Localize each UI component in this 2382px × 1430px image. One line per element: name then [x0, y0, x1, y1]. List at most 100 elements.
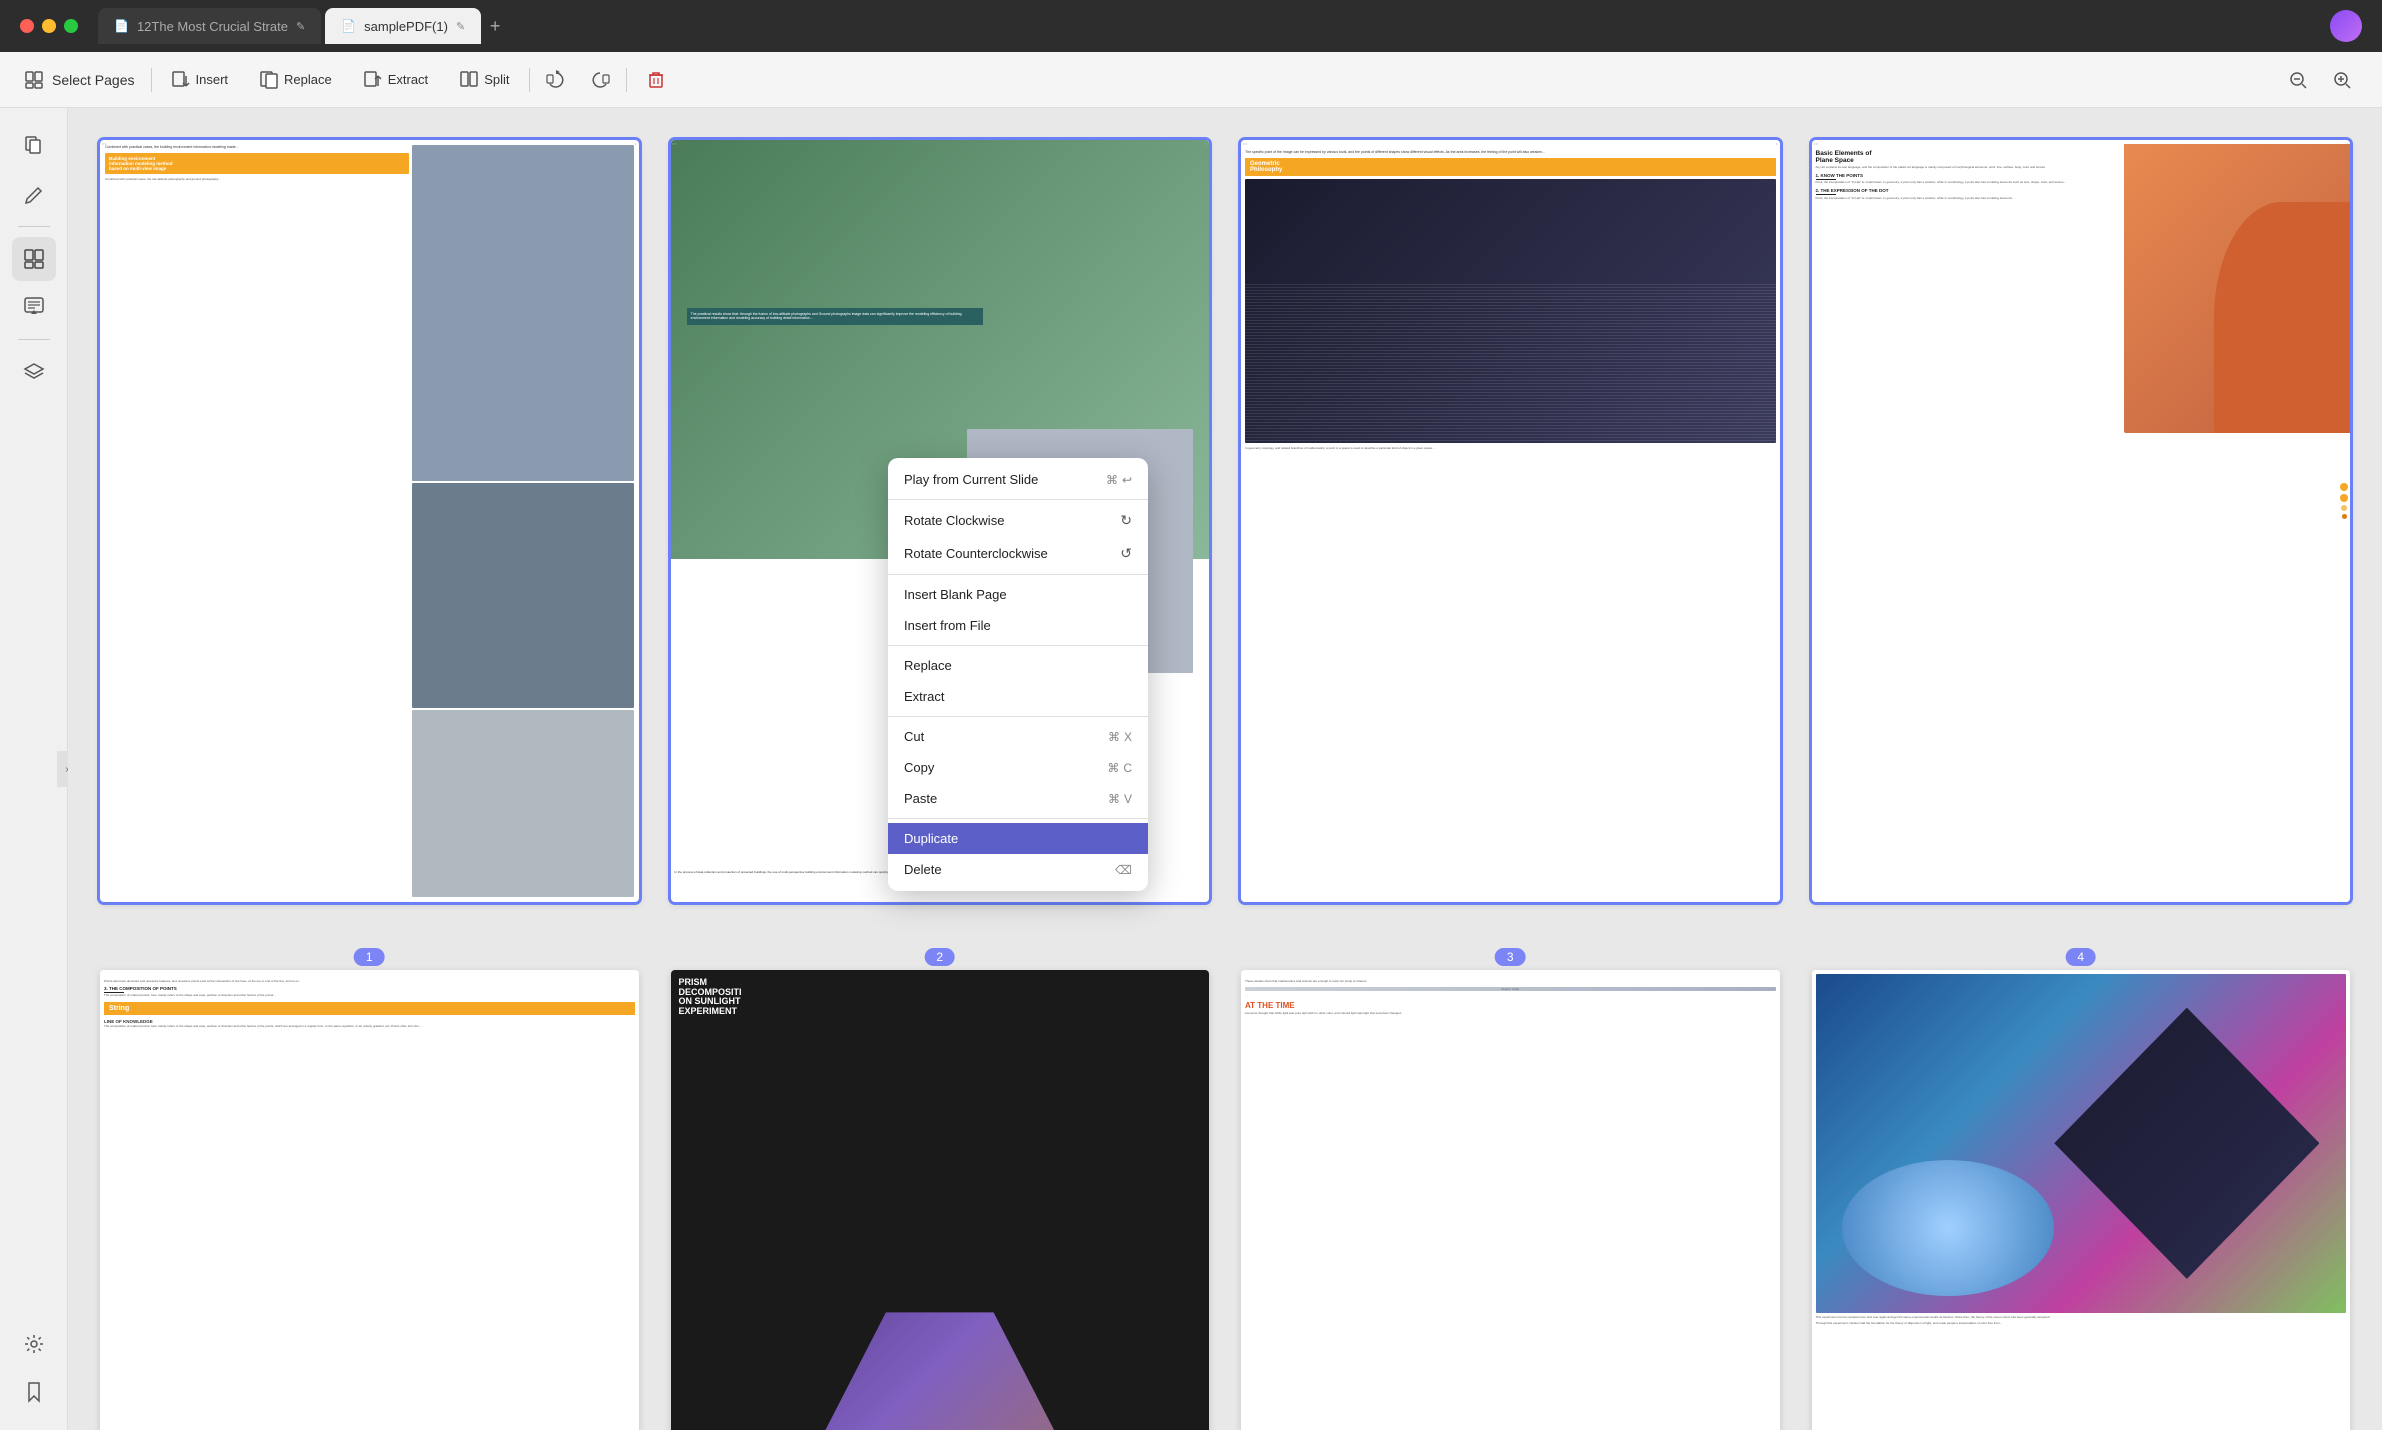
- menu-item-rotate-cw[interactable]: Rotate Clockwise ↻: [888, 504, 1148, 537]
- menu-label-extract: Extract: [904, 689, 944, 704]
- traffic-lights: [0, 19, 78, 33]
- menu-shortcut-cut: ⌘X: [1108, 730, 1132, 744]
- tab-inactive-edit-icon: ✎: [296, 20, 305, 33]
- tab-add-button[interactable]: +: [481, 12, 509, 40]
- close-button[interactable]: [20, 19, 34, 33]
- menu-item-rotate-ccw[interactable]: Rotate Counterclockwise ↺: [888, 537, 1148, 570]
- rotate-cw-button[interactable]: [538, 64, 574, 96]
- menu-label-rotate-ccw: Rotate Counterclockwise: [904, 546, 1048, 561]
- menu-item-delete[interactable]: Delete ⌫: [888, 854, 1148, 885]
- rotate-clockwise-icon: [546, 70, 566, 90]
- delete-icon: [647, 71, 665, 89]
- menu-item-replace[interactable]: Replace: [888, 650, 1148, 681]
- zoom-in-button[interactable]: [2326, 64, 2358, 96]
- insert-label: Insert: [196, 72, 229, 87]
- page-thumb-3[interactable]: ≡ ▾ 3 The specific point of the image ca…: [1241, 140, 1780, 902]
- tab-area: 📄 12The Most Crucial Strate ✎ 📄 samplePD…: [98, 0, 509, 52]
- page-number-1: 1: [354, 948, 385, 966]
- page-grid: Combined with practical cases, the build…: [68, 108, 2382, 1430]
- menu-label-replace: Replace: [904, 658, 952, 673]
- menu-item-paste[interactable]: Paste ⌘V: [888, 783, 1148, 814]
- tab-active[interactable]: 📄 samplePDF(1) ✎: [325, 8, 481, 44]
- menu-item-play[interactable]: Play from Current Slide ⌘↩: [888, 464, 1148, 495]
- rotate-counterclockwise-icon: [590, 70, 610, 90]
- menu-shortcut-copy: ⌘C: [1107, 761, 1132, 775]
- page-wrapper-1: Combined with practical cases, the build…: [100, 140, 639, 938]
- page-thumb-8[interactable]: This experiment can be repeated over and…: [1812, 970, 2351, 1430]
- sidebar-icon-layers[interactable]: [12, 350, 56, 394]
- menu-label-delete: Delete: [904, 862, 942, 877]
- page-wrapper-6: PRISMDECOMPOSITION SUNLIGHTEXPERIMENT Th…: [671, 970, 1210, 1430]
- main-area: › Combined with practical cases, the bui…: [0, 108, 2382, 1430]
- sidebar-icon-pages[interactable]: [12, 124, 56, 168]
- rotate-ccw-button[interactable]: [582, 64, 618, 96]
- select-pages-icon: [24, 70, 44, 90]
- insert-button[interactable]: Insert: [160, 65, 241, 95]
- split-button[interactable]: Split: [448, 65, 521, 95]
- toolbar-right: [2282, 64, 2358, 96]
- sidebar-icon-bookmark[interactable]: [12, 1370, 56, 1414]
- tab-active-label: samplePDF(1): [364, 19, 448, 34]
- toolbar-divider-3: [626, 68, 627, 92]
- menu-item-duplicate[interactable]: Duplicate: [888, 823, 1148, 854]
- tab-inactive[interactable]: 📄 12The Most Crucial Strate ✎: [98, 8, 321, 44]
- extract-button[interactable]: Extract: [352, 65, 440, 95]
- menu-item-extract[interactable]: Extract: [888, 681, 1148, 712]
- sidebar-icon-annotations[interactable]: [12, 285, 56, 329]
- page-thumb-1[interactable]: Combined with practical cases, the build…: [100, 140, 639, 902]
- menu-label-insert-file: Insert from File: [904, 618, 991, 633]
- sidebar-divider-1: [18, 226, 50, 227]
- menu-label-paste: Paste: [904, 791, 937, 806]
- page-thumb-6[interactable]: PRISMDECOMPOSITION SUNLIGHTEXPERIMENT Th…: [671, 970, 1210, 1430]
- avatar: [2330, 10, 2362, 42]
- select-pages-label: Select Pages: [52, 72, 135, 88]
- menu-shortcut-delete: ⌫: [1115, 863, 1132, 877]
- split-icon: [460, 71, 478, 89]
- page-number-3: 3: [1495, 948, 1526, 966]
- tab-inactive-label: 12The Most Crucial Strate: [137, 19, 288, 34]
- toolbar-left: Select Pages Insert Replace: [24, 64, 677, 96]
- toolbar-divider-1: [151, 68, 152, 92]
- menu-item-copy[interactable]: Copy ⌘C: [888, 752, 1148, 783]
- menu-shortcut-play: ⌘↩: [1106, 473, 1132, 487]
- toolbar: Select Pages Insert Replace: [0, 52, 2382, 108]
- extract-label: Extract: [388, 72, 428, 87]
- tab-active-edit-icon: ✎: [456, 20, 465, 33]
- replace-label: Replace: [284, 72, 332, 87]
- sidebar-icon-edit[interactable]: [12, 172, 56, 216]
- replace-button[interactable]: Replace: [248, 65, 344, 95]
- menu-separator-1: [888, 499, 1148, 500]
- menu-item-insert-blank[interactable]: Insert Blank Page: [888, 579, 1148, 610]
- page-number-4: 4: [2065, 948, 2096, 966]
- sidebar-icon-settings[interactable]: [12, 1322, 56, 1366]
- insert-icon: [172, 71, 190, 89]
- menu-separator-3: [888, 645, 1148, 646]
- left-sidebar: ›: [0, 108, 68, 1430]
- page-wrapper-7: These studies show that mathematics and …: [1241, 970, 1780, 1430]
- page-thumb-7[interactable]: These studies show that mathematics and …: [1241, 970, 1780, 1430]
- sidebar-icon-thumbnails[interactable]: [12, 237, 56, 281]
- menu-label-duplicate: Duplicate: [904, 831, 958, 846]
- menu-item-cut[interactable]: Cut ⌘X: [888, 721, 1148, 752]
- menu-item-insert-file[interactable]: Insert from File: [888, 610, 1148, 641]
- menu-label-copy: Copy: [904, 760, 934, 775]
- replace-icon: [260, 71, 278, 89]
- zoom-out-icon: [2288, 70, 2308, 90]
- rotate-ccw-menu-icon: ↺: [1120, 545, 1132, 562]
- menu-label-rotate-cw: Rotate Clockwise: [904, 513, 1004, 528]
- page-number-2: 2: [924, 948, 955, 966]
- split-label: Split: [484, 72, 509, 87]
- page-thumb-5[interactable]: Points also have dominant and recessive …: [100, 970, 639, 1430]
- fullscreen-button[interactable]: [64, 19, 78, 33]
- menu-label-cut: Cut: [904, 729, 924, 744]
- zoom-out-button[interactable]: [2282, 64, 2314, 96]
- sidebar-bottom: [12, 1322, 56, 1414]
- menu-shortcut-paste: ⌘V: [1108, 792, 1132, 806]
- page-wrapper-8: This experiment can be repeated over and…: [1812, 970, 2351, 1430]
- menu-separator-5: [888, 818, 1148, 819]
- menu-label-insert-blank: Insert Blank Page: [904, 587, 1007, 602]
- delete-button[interactable]: [635, 65, 677, 95]
- minimize-button[interactable]: [42, 19, 56, 33]
- sidebar-divider-2: [18, 339, 50, 340]
- page-thumb-4[interactable]: ≡ ▾ 4 Basic Elements ofPlane Space Any a…: [1812, 140, 2351, 902]
